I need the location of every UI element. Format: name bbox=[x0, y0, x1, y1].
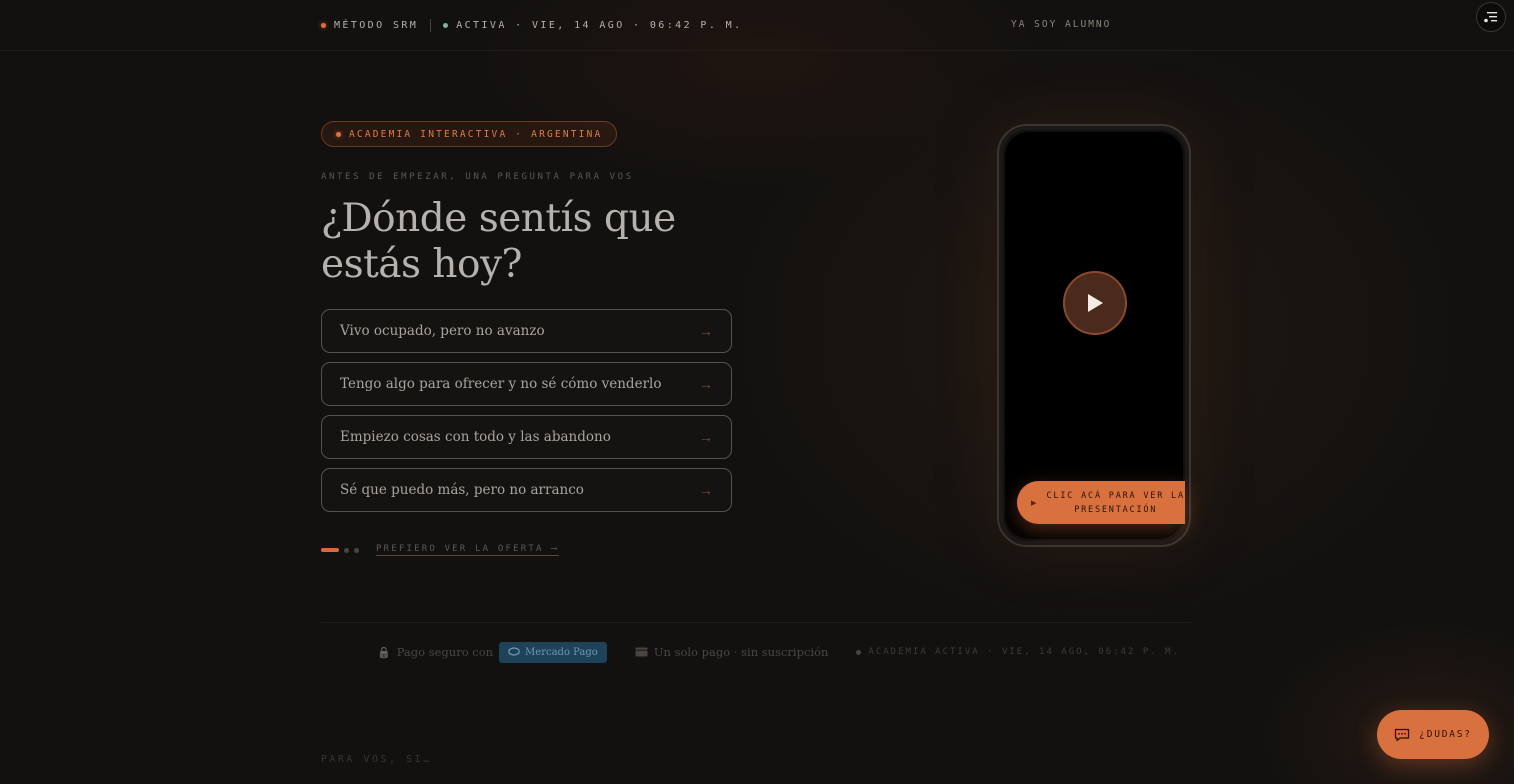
top-bar: MÉTODO SRM ACTIVA · VIE, 14 AGO · 06:42 … bbox=[0, 0, 1514, 51]
menu-list-icon bbox=[1484, 12, 1497, 23]
page-title: ¿Dónde sentís que estás hoy? bbox=[321, 196, 676, 287]
progress-step bbox=[344, 547, 349, 553]
arrow-right-icon: → bbox=[699, 323, 713, 339]
academy-status: ACADEMIA ACTIVA · VIE, 14 AGO, 06:42 P. … bbox=[856, 647, 1180, 657]
answer-option-abandon[interactable]: Empiezo cosas con todo y las abandono → bbox=[321, 415, 732, 459]
quiz-progress: PREFIERO VER LA OFERTA ⟶ bbox=[321, 544, 559, 556]
presentation-label: CLIC ACÁ PARA VER LA PRESENTACIÓN bbox=[1046, 490, 1185, 515]
video-screen[interactable] bbox=[1005, 132, 1183, 539]
questions-chat-button[interactable]: ¿DUDAS? bbox=[1377, 710, 1489, 759]
single-payment-text: Un solo pago · sin suscripción bbox=[653, 645, 829, 659]
badge-label: ACADEMIA INTERACTIVA · ARGENTINA bbox=[349, 128, 603, 140]
chat-bubble-icon bbox=[1395, 728, 1410, 741]
status-dot-icon bbox=[443, 22, 449, 28]
badge-dot-icon bbox=[336, 131, 341, 137]
progress-step-active bbox=[321, 548, 339, 552]
play-small-icon: ▶ bbox=[1031, 499, 1037, 507]
academy-status-text: ACADEMIA ACTIVA · VIE, 14 AGO, 06:42 P. … bbox=[868, 647, 1180, 657]
chat-label: ¿DUDAS? bbox=[1419, 729, 1472, 740]
answer-option-start[interactable]: Sé que puedo más, pero no arranco → bbox=[321, 468, 732, 512]
arrow-right-icon: → bbox=[699, 376, 713, 392]
handshake-icon bbox=[508, 647, 520, 656]
for-you-heading: PARA VOS, SI… bbox=[321, 754, 432, 765]
view-offer-link[interactable]: PREFIERO VER LA OFERTA ⟶ bbox=[376, 544, 559, 556]
option-label: Vivo ocupado, pero no avanzo bbox=[340, 323, 545, 339]
question-eyebrow: ANTES DE EMPEZAR, UNA PREGUNTA PARA VOS bbox=[321, 172, 634, 182]
option-label: Empiezo cosas con todo y las abandono bbox=[340, 429, 611, 445]
brand-dot-icon bbox=[321, 22, 326, 28]
answer-option-sell[interactable]: Tengo algo para ofrecer y no sé cómo ven… bbox=[321, 362, 732, 406]
section-divider bbox=[321, 622, 1191, 623]
single-payment: Un solo pago · sin suscripción bbox=[635, 645, 829, 659]
arrow-right-icon: → bbox=[699, 482, 713, 498]
landing-page: MÉTODO SRM ACTIVA · VIE, 14 AGO · 06:42 … bbox=[0, 0, 1514, 784]
secure-payment: 🔒 Pago seguro con bbox=[377, 645, 493, 659]
brand-status: MÉTODO SRM ACTIVA · VIE, 14 AGO · 06:42 … bbox=[321, 18, 743, 32]
card-icon bbox=[635, 647, 648, 657]
progress-step bbox=[354, 547, 359, 553]
academy-status-dot-icon bbox=[856, 649, 862, 655]
answer-option-busy[interactable]: Vivo ocupado, pero no avanzo → bbox=[321, 309, 732, 353]
secure-payment-text: Pago seguro con bbox=[396, 645, 494, 659]
play-icon bbox=[1088, 294, 1103, 312]
answer-options: Vivo ocupado, pero no avanzo → Tengo alg… bbox=[321, 309, 732, 512]
watch-presentation-button[interactable]: ▶ CLIC ACÁ PARA VER LA PRESENTACIÓN bbox=[1017, 481, 1185, 524]
menu-button[interactable] bbox=[1476, 2, 1506, 32]
mercado-pago-badge: Mercado Pago bbox=[499, 641, 607, 663]
lock-icon: 🔒 bbox=[377, 645, 391, 659]
trust-strip: 🔒 Pago seguro con Mercado Pago Un solo p… bbox=[377, 641, 1180, 663]
option-label: Sé que puedo más, pero no arranco bbox=[340, 482, 584, 498]
play-button[interactable] bbox=[1063, 271, 1127, 335]
brand-name: MÉTODO SRM bbox=[334, 19, 419, 31]
brand-divider bbox=[430, 18, 432, 32]
payment-provider: Mercado Pago bbox=[525, 646, 598, 658]
student-login-link[interactable]: YA SOY ALUMNO bbox=[1011, 19, 1111, 30]
option-label: Tengo algo para ofrecer y no sé cómo ven… bbox=[340, 376, 662, 392]
academy-badge: ACADEMIA INTERACTIVA · ARGENTINA bbox=[321, 121, 618, 147]
status-text: ACTIVA · VIE, 14 AGO · 06:42 P. M. bbox=[456, 19, 743, 31]
arrow-right-icon: → bbox=[699, 429, 713, 445]
